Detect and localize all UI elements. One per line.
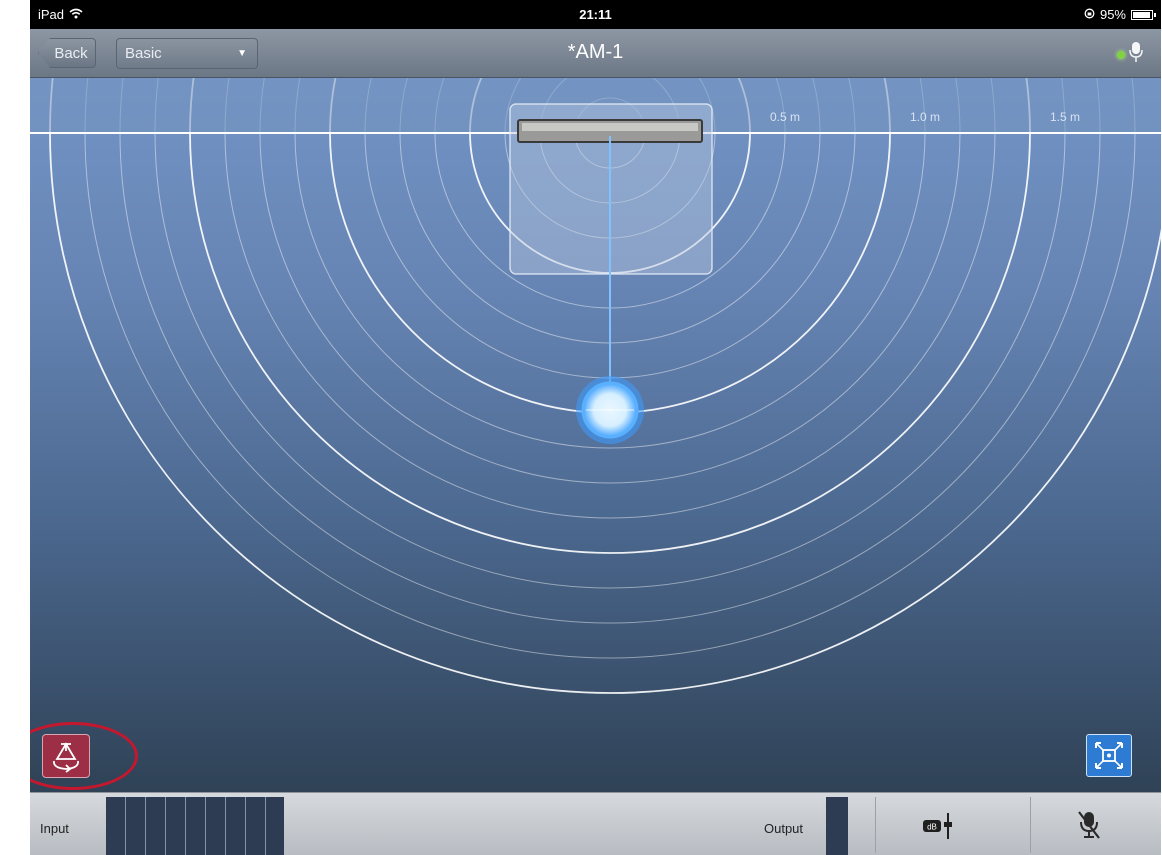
rotate-icon bbox=[43, 742, 89, 781]
rotation-lock-icon bbox=[1084, 7, 1095, 22]
divider bbox=[875, 797, 876, 853]
bottom-toolbar: Input Output dB bbox=[30, 792, 1161, 855]
distance-label: 1.5 m bbox=[1050, 110, 1080, 124]
microphone-icon bbox=[1129, 41, 1143, 68]
distance-label: 1.0 m bbox=[910, 110, 940, 124]
status-led bbox=[1117, 50, 1125, 59]
mute-button[interactable] bbox=[1074, 809, 1104, 841]
fader-icon: dB bbox=[915, 813, 959, 845]
distance-label: 0.5 m bbox=[770, 110, 800, 124]
output-label: Output bbox=[764, 821, 804, 836]
page-title: *AM-1 bbox=[567, 41, 624, 63]
pickup-pattern: 0.5 m 1.0 m 1.5 m bbox=[30, 78, 1161, 694]
pickup-area-canvas[interactable]: 0.5 m 1.0 m 1.5 m bbox=[30, 78, 1161, 792]
input-level-meter bbox=[106, 797, 284, 855]
db-badge: dB bbox=[927, 823, 937, 832]
output-level-meter bbox=[826, 797, 848, 855]
battery-icon bbox=[1131, 9, 1156, 20]
battery-percent: 95% bbox=[1099, 7, 1126, 22]
mic-status-indicator[interactable] bbox=[1117, 41, 1143, 68]
navigation-bar: Back Basic ▼ *AM-1 bbox=[30, 29, 1161, 78]
input-label: Input bbox=[40, 821, 69, 836]
app-frame: iPad 21:11 95% Back Basic ▼ *AM-1 0.5 m … bbox=[30, 0, 1161, 855]
status-bar: iPad 21:11 95% bbox=[30, 0, 1161, 29]
clock: 21:11 bbox=[579, 7, 612, 22]
mic-mute-icon bbox=[1074, 811, 1104, 845]
fit-view-icon bbox=[1087, 742, 1131, 780]
rotate-button[interactable] bbox=[42, 734, 90, 778]
divider bbox=[1030, 797, 1031, 853]
gain-button[interactable]: dB bbox=[915, 811, 959, 841]
fit-view-button[interactable] bbox=[1086, 734, 1132, 777]
